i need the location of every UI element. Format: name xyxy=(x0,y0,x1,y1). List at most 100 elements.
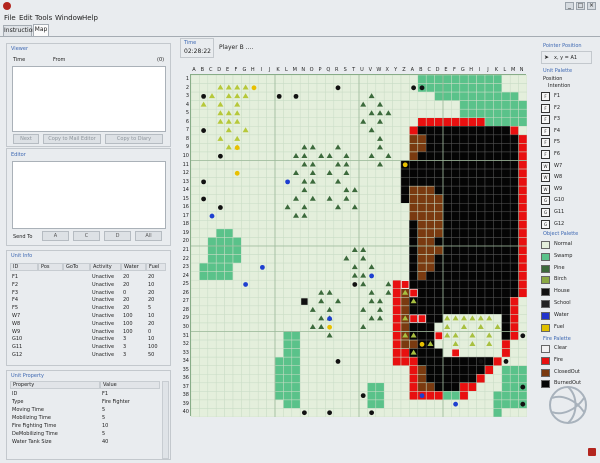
map-cell[interactable] xyxy=(383,237,393,247)
map-cell[interactable] xyxy=(518,322,527,332)
map-cell[interactable] xyxy=(316,374,326,384)
map-cell[interactable] xyxy=(291,220,301,230)
map-cell[interactable] xyxy=(367,331,377,341)
map-cell[interactable] xyxy=(207,408,217,417)
map-cell[interactable] xyxy=(215,211,225,221)
map-cell[interactable] xyxy=(518,134,527,144)
map-cell[interactable] xyxy=(392,220,402,230)
map-cell[interactable] xyxy=(493,237,503,247)
map-cell[interactable] xyxy=(350,91,360,101)
map-cell[interactable] xyxy=(518,271,527,281)
map-cell[interactable] xyxy=(467,322,477,332)
map-cell[interactable] xyxy=(383,126,393,136)
map-cell[interactable] xyxy=(451,220,461,230)
map-cell[interactable] xyxy=(207,305,217,315)
map-cell[interactable] xyxy=(215,374,225,384)
map-cell[interactable] xyxy=(484,168,494,178)
map-cell[interactable] xyxy=(518,339,527,349)
map-cell[interactable] xyxy=(400,75,410,84)
map-cell[interactable] xyxy=(232,391,242,401)
map-cell[interactable] xyxy=(518,314,527,324)
map-cell[interactable] xyxy=(392,391,402,401)
map-cell[interactable] xyxy=(291,391,301,401)
map-cell[interactable] xyxy=(484,177,494,187)
map-cell[interactable] xyxy=(266,245,276,255)
map-cell[interactable] xyxy=(199,365,209,375)
map-cell[interactable] xyxy=(299,117,309,127)
map-cell[interactable] xyxy=(476,126,486,136)
map-cell[interactable] xyxy=(358,185,368,195)
map-cell[interactable] xyxy=(191,305,200,315)
map-cell[interactable] xyxy=(249,245,259,255)
map-cell[interactable] xyxy=(358,348,368,358)
map-cell[interactable] xyxy=(417,211,427,221)
map-cell[interactable] xyxy=(199,314,209,324)
map-cell[interactable] xyxy=(518,356,527,366)
map-cell[interactable] xyxy=(199,391,209,401)
unit-info-cell[interactable]: 5 xyxy=(148,305,151,312)
map-cell[interactable] xyxy=(367,365,377,375)
map-cell[interactable] xyxy=(241,151,251,161)
map-cell[interactable] xyxy=(341,177,351,187)
map-cell[interactable] xyxy=(467,83,477,93)
map-cell[interactable] xyxy=(283,262,293,272)
map-cell[interactable] xyxy=(375,177,385,187)
map-cell[interactable] xyxy=(325,399,335,409)
map-cell[interactable] xyxy=(425,297,435,307)
map-cell[interactable] xyxy=(232,194,242,204)
map-cell[interactable] xyxy=(241,374,251,384)
map-cell[interactable] xyxy=(434,374,444,384)
map-cell[interactable] xyxy=(367,305,377,315)
map-cell[interactable] xyxy=(392,288,402,298)
map-cell[interactable] xyxy=(501,322,511,332)
map-cell[interactable] xyxy=(341,245,351,255)
map-cell[interactable] xyxy=(484,322,494,332)
map-cell[interactable] xyxy=(409,382,419,392)
map-cell[interactable] xyxy=(518,228,527,238)
map-cell[interactable] xyxy=(476,228,486,238)
tab-instructions[interactable]: Instructions xyxy=(3,25,39,36)
map-cell[interactable] xyxy=(257,194,267,204)
map-cell[interactable] xyxy=(191,262,200,272)
map-cell[interactable] xyxy=(333,117,343,127)
map-cell[interactable] xyxy=(350,143,360,153)
map-cell[interactable] xyxy=(383,382,393,392)
map-cell[interactable] xyxy=(442,365,452,375)
map-cell[interactable] xyxy=(434,297,444,307)
map-cell[interactable] xyxy=(299,254,309,264)
map-cell[interactable] xyxy=(375,75,385,84)
map-cell[interactable] xyxy=(434,322,444,332)
map-cell[interactable] xyxy=(375,374,385,384)
map-cell[interactable] xyxy=(451,168,461,178)
map-cell[interactable] xyxy=(417,100,427,110)
unit-info-cell[interactable]: 20 xyxy=(148,274,154,281)
map-cell[interactable] xyxy=(409,91,419,101)
map-cell[interactable] xyxy=(350,339,360,349)
map-cell[interactable] xyxy=(308,288,318,298)
map-cell[interactable] xyxy=(350,237,360,247)
unit-marker[interactable] xyxy=(401,280,410,289)
map-cell[interactable] xyxy=(341,203,351,213)
map-cell[interactable] xyxy=(383,322,393,332)
map-cell[interactable] xyxy=(383,185,393,195)
map-cell[interactable] xyxy=(442,220,452,230)
map-cell[interactable] xyxy=(383,374,393,384)
map-cell[interactable] xyxy=(266,203,276,213)
map-cell[interactable] xyxy=(451,305,461,315)
map-cell[interactable] xyxy=(434,194,444,204)
map-cell[interactable] xyxy=(241,365,251,375)
map-cell[interactable] xyxy=(459,356,469,366)
map-cell[interactable] xyxy=(518,185,527,195)
map-cell[interactable] xyxy=(291,348,301,358)
map-cell[interactable] xyxy=(459,254,469,264)
map-cell[interactable] xyxy=(274,143,284,153)
map-cell[interactable] xyxy=(316,254,326,264)
map-cell[interactable] xyxy=(291,203,301,213)
map-cell[interactable] xyxy=(266,305,276,315)
map-cell[interactable] xyxy=(476,194,486,204)
map-cell[interactable] xyxy=(493,339,503,349)
map-cell[interactable] xyxy=(308,382,318,392)
map-cell[interactable] xyxy=(425,220,435,230)
map-cell[interactable] xyxy=(493,91,503,101)
map-cell[interactable] xyxy=(257,399,267,409)
